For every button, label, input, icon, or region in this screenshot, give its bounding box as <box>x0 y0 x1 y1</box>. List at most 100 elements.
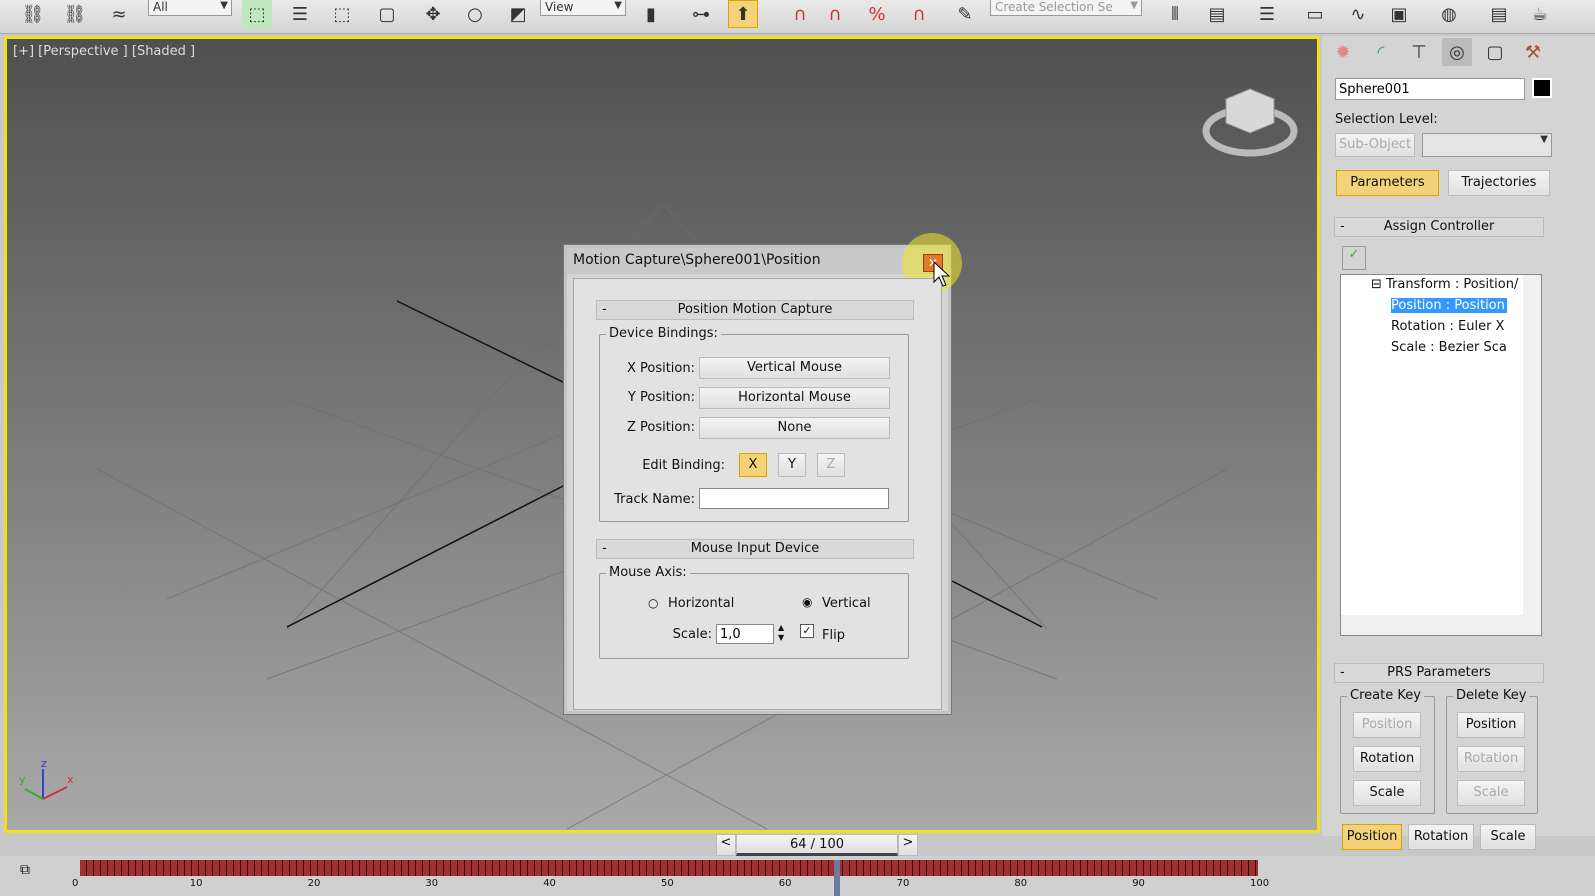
create-rotation-key-button[interactable]: Rotation <box>1353 746 1421 772</box>
collapse-toggle[interactable]: - <box>602 540 607 558</box>
curve-editor-icon[interactable]: ∿ <box>1343 0 1373 28</box>
render-icon[interactable]: ☕ <box>1525 0 1555 28</box>
time-cursor[interactable] <box>833 860 840 896</box>
select-by-name-icon[interactable]: ☰ <box>285 0 315 28</box>
create-scale-key-button[interactable]: Scale <box>1353 780 1421 806</box>
horizontal-radio[interactable]: ○ <box>648 596 658 610</box>
rollout-mouse-input-device[interactable]: - Mouse Input Device <box>596 539 914 559</box>
selection-level-label: Selection Level: <box>1335 112 1438 127</box>
vertical-radio[interactable]: ◉ <box>802 595 812 609</box>
delete-rotation-key-button[interactable]: Rotation <box>1457 746 1525 772</box>
rollout-position-motion-capture[interactable]: - Position Motion Capture <box>596 300 914 320</box>
x-position-binding-button[interactable]: Vertical Mouse <box>699 357 890 379</box>
tree-item-position[interactable]: Position : Position <box>1391 298 1507 313</box>
mirror-icon[interactable]: ⫴ <box>1160 0 1190 28</box>
time-slider[interactable]: < 64 / 100 > <box>716 834 920 856</box>
track-name-input[interactable] <box>699 488 889 509</box>
frame-counter[interactable]: 64 / 100 <box>736 834 898 856</box>
manipulate-icon[interactable]: ⊶ <box>686 0 716 28</box>
tree-item-transform[interactable]: ⊟ Transform : Position/ <box>1371 277 1518 292</box>
reference-coord-dropdown[interactable]: View <box>540 0 626 16</box>
scale-icon[interactable]: ◩ <box>503 0 533 28</box>
hierarchy-tab-icon[interactable]: ⊤ <box>1404 38 1434 66</box>
curve-editor-mini-icon[interactable]: ⧉ <box>20 862 30 878</box>
render-setup-icon[interactable]: ▤ <box>1484 0 1514 28</box>
viewport-label[interactable]: [+] [Perspective ] [Shaded ] <box>13 44 195 59</box>
object-name-input[interactable] <box>1335 78 1525 100</box>
angle-snap-icon[interactable]: ∩ <box>820 0 850 28</box>
create-position-key-button[interactable]: Position <box>1353 712 1421 738</box>
sub-object-button[interactable]: Sub-Object <box>1335 133 1415 157</box>
parameters-tab[interactable]: Parameters <box>1336 170 1439 196</box>
rollout-prs-parameters[interactable]: - PRS Parameters <box>1334 663 1544 683</box>
mouse-axis-group: Mouse Axis: ○ Horizontal ◉ Vertical Scal… <box>599 565 909 659</box>
vertical-scrollbar[interactable] <box>1523 275 1541 615</box>
snap-icon[interactable]: ∩ <box>785 0 815 28</box>
move-icon[interactable]: ✥ <box>418 0 448 28</box>
collapse-toggle[interactable]: - <box>602 301 607 319</box>
tree-item-scale[interactable]: Scale : Bezier Sca <box>1391 340 1507 355</box>
object-color-swatch[interactable] <box>1532 78 1552 98</box>
position-mode-button[interactable]: Position <box>1342 824 1402 850</box>
schematic-view-icon[interactable]: ▣ <box>1384 0 1414 28</box>
scale-input[interactable] <box>716 624 774 644</box>
edit-binding-x-button[interactable]: X <box>739 453 767 477</box>
tree-item-label: Rotation : Euler X <box>1391 319 1505 334</box>
edit-binding-z-button[interactable]: Z <box>817 453 845 477</box>
delete-position-key-button[interactable]: Position <box>1457 712 1525 738</box>
motion-tab-icon[interactable]: ◎ <box>1442 38 1472 66</box>
timeline-tick-label: 50 <box>661 878 674 889</box>
track-bar[interactable]: ⧉ 0 10 20 30 40 50 60 70 80 90 100 <box>0 856 1595 896</box>
graphite-icon[interactable]: ▭ <box>1300 0 1330 28</box>
selection-filter-dropdown[interactable]: All <box>148 0 232 16</box>
create-tab-icon[interactable]: ✹ <box>1328 38 1358 66</box>
modify-tab-icon[interactable]: ◜ <box>1366 38 1396 66</box>
scale-spinner[interactable]: ▲ ▼ <box>778 623 784 643</box>
sub-object-dropdown[interactable] <box>1422 133 1552 157</box>
viewcube-icon[interactable] <box>1202 81 1298 161</box>
collapse-toggle[interactable]: - <box>1340 664 1345 682</box>
named-selection-dropdown[interactable]: Create Selection Se <box>990 0 1142 16</box>
previous-frame-button[interactable]: < <box>716 834 736 856</box>
z-position-binding-button[interactable]: None <box>699 417 890 439</box>
horizontal-scrollbar[interactable] <box>1341 615 1541 635</box>
edit-binding-y-button[interactable]: Y <box>778 453 806 477</box>
utilities-tab-icon[interactable]: ⚒ <box>1518 38 1548 66</box>
pivot-icon[interactable]: ▮ <box>636 0 666 28</box>
delete-scale-key-button[interactable]: Scale <box>1457 780 1525 806</box>
next-frame-button[interactable]: > <box>898 834 918 856</box>
tree-item-rotation[interactable]: Rotation : Euler X <box>1391 319 1504 334</box>
select-object-icon[interactable]: ⬚ <box>242 0 272 28</box>
align-icon[interactable]: ▤ <box>1202 0 1232 28</box>
controller-tree[interactable]: ⊟ Transform : Position/ Position : Posit… <box>1340 274 1542 636</box>
device-bindings-group: Device Bindings: X Position: Vertical Mo… <box>599 326 909 522</box>
window-crossing-icon[interactable]: ▢ <box>372 0 402 28</box>
scale-mode-button[interactable]: Scale <box>1480 824 1536 850</box>
key-track[interactable] <box>80 860 1258 876</box>
horizontal-radio-label[interactable]: Horizontal <box>668 596 734 611</box>
percent-snap-icon[interactable]: % <box>862 0 892 28</box>
display-tab-icon[interactable]: ▢ <box>1480 38 1510 66</box>
timeline-tick-label: 80 <box>1014 878 1028 889</box>
spinner-snap-icon[interactable]: ∩ <box>904 0 934 28</box>
keyboard-shortcut-icon[interactable]: ⬆ <box>728 0 758 28</box>
main-toolbar: ⛓ ⛓ ≈ All ⬚ ☰ ⬚ ▢ ✥ ○ ◩ View ▮ ⊶ ⬆ ∩ ∩ %… <box>0 0 1595 34</box>
link-icon[interactable]: ⛓ <box>18 0 48 28</box>
vertical-radio-label[interactable]: Vertical <box>822 596 871 611</box>
unlink-icon[interactable]: ⛓ <box>60 0 90 28</box>
axis-tripod: z x y <box>17 757 77 809</box>
edit-named-selection-icon[interactable]: ✎ <box>950 0 980 28</box>
layer-manager-icon[interactable]: ☰ <box>1252 0 1282 28</box>
bind-space-warp-icon[interactable]: ≈ <box>104 0 134 28</box>
material-editor-icon[interactable]: ◍ <box>1434 0 1464 28</box>
rectangle-selection-icon[interactable]: ⬚ <box>327 0 357 28</box>
collapse-toggle[interactable]: - <box>1340 218 1345 236</box>
flip-label[interactable]: Flip <box>822 628 845 643</box>
rotation-mode-button[interactable]: Rotation <box>1408 824 1474 850</box>
rollout-assign-controller[interactable]: - Assign Controller <box>1334 217 1544 237</box>
y-position-binding-button[interactable]: Horizontal Mouse <box>699 387 890 409</box>
rotate-icon[interactable]: ○ <box>460 0 490 28</box>
assign-controller-button[interactable]: ✓ <box>1342 246 1366 270</box>
trajectories-tab[interactable]: Trajectories <box>1448 170 1550 196</box>
flip-checkbox[interactable]: ✓ <box>800 624 814 638</box>
